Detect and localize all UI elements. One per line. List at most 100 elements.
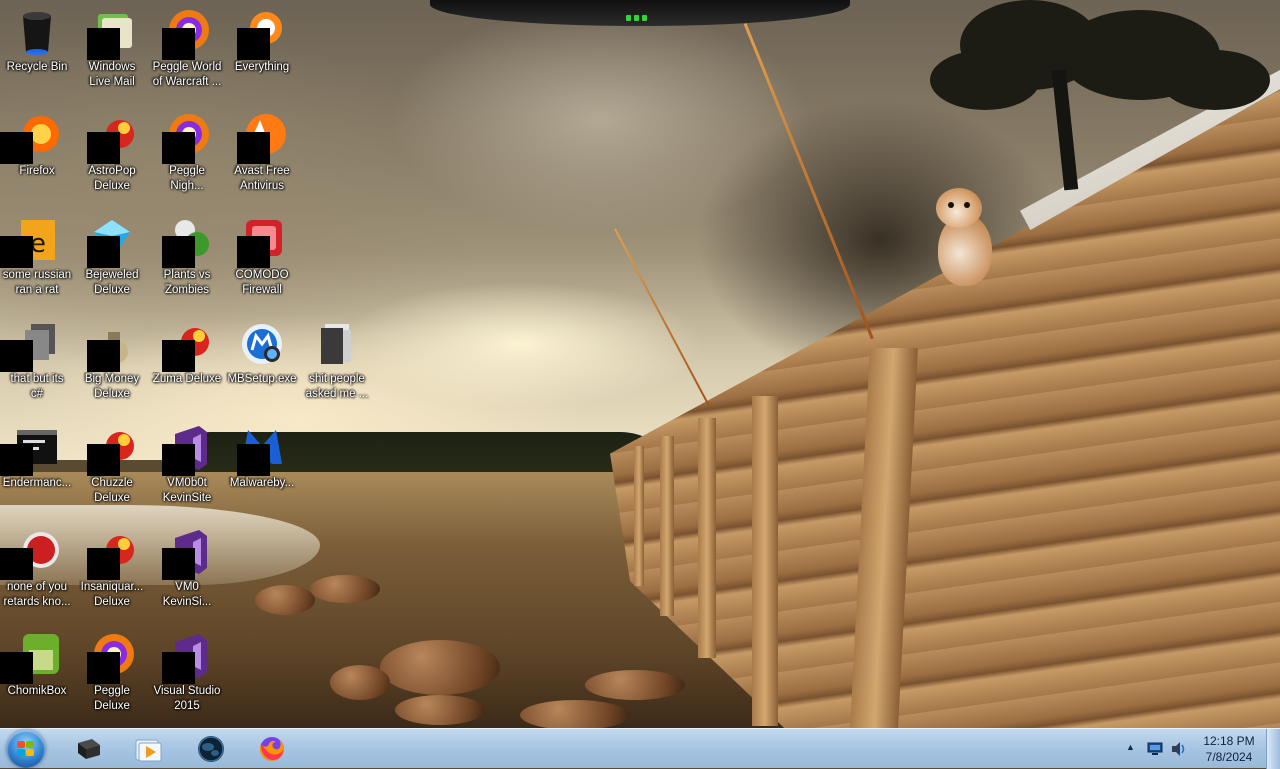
taskbar-firefox-button[interactable]: [244, 731, 300, 767]
desktop-icon[interactable]: COMODO Firewall: [225, 210, 299, 308]
desktop-icon[interactable]: Peggle Nigh...: [150, 106, 224, 204]
volume-icon[interactable]: [1170, 741, 1188, 757]
wallpaper-post: [698, 418, 716, 658]
redaction-box: [162, 444, 195, 476]
wallpaper-rock: [395, 695, 485, 725]
desktop-icon[interactable]: Peggle World of Warcraft ...: [150, 2, 224, 100]
desktop-icon-label: Visual Studio 2015: [153, 685, 221, 712]
desktop-icon[interactable]: Everything: [225, 2, 299, 100]
redaction-box: [162, 28, 195, 60]
desktop-icon[interactable]: Big Money Deluxe: [75, 314, 149, 412]
redaction-box: [0, 548, 33, 580]
taskbar-clock[interactable]: 12:18 PM 7/8/2024: [1196, 733, 1262, 765]
desktop-icon-label: some russian ran a rat: [2, 269, 72, 296]
desktop-icon[interactable]: Firefox: [0, 106, 74, 204]
desktop-icon-label: Zuma Deluxe: [152, 373, 222, 385]
desktop-icon[interactable]: Bejeweled Deluxe: [75, 210, 149, 308]
redaction-box: [162, 652, 195, 684]
desktop-icon[interactable]: Windows Live Mail: [75, 2, 149, 100]
taskbar-globe-button[interactable]: [183, 731, 239, 767]
desktop-icon[interactable]: VM0b0t KevinSite: [150, 418, 224, 516]
command-window-icon: [78, 739, 100, 759]
desktop-icon[interactable]: Plants vs Zombies: [150, 210, 224, 308]
wallpaper-rock: [520, 700, 630, 728]
desktop-icon-label: Everything: [234, 61, 290, 73]
desktop-icon[interactable]: none of you retards kno...: [0, 522, 74, 620]
firefox-icon: [259, 737, 284, 761]
recycle-bin-icon: [13, 8, 61, 56]
redaction-box: [87, 236, 120, 268]
media-player-icon: [135, 739, 162, 762]
hamster-image: [934, 188, 994, 286]
redaction-box: [87, 132, 120, 164]
desktop-icon-label: Plants vs Zombies: [163, 269, 211, 296]
desktop-icon-label: Bejeweled Deluxe: [85, 269, 139, 296]
desktop-icon-label: that but its c#: [10, 373, 64, 400]
desktop-icon[interactable]: MBSetup.exe: [225, 314, 299, 412]
desktop-icon[interactable]: Insaniquar... Deluxe: [75, 522, 149, 620]
start-button[interactable]: [7, 730, 45, 768]
desktop-icon[interactable]: Visual Studio 2015: [150, 626, 224, 724]
redaction-box: [0, 340, 33, 372]
wallpaper-tree: [1160, 50, 1270, 110]
desktop-icon[interactable]: Malwareby...: [225, 418, 299, 516]
desktop-icon-label: Avast Free Antivirus: [234, 165, 290, 192]
desktop-icon[interactable]: Chuzzle Deluxe: [75, 418, 149, 516]
desktop-icon-label: AstroPop Deluxe: [88, 165, 136, 192]
desktop-icon[interactable]: Endermanc...: [0, 418, 74, 516]
show-hidden-icons-button[interactable]: ▲: [1126, 742, 1135, 752]
taskbar: ▲ 12:18 PM 7/8/2024: [0, 728, 1280, 769]
desktop-icon[interactable]: Zuma Deluxe: [150, 314, 224, 412]
redaction-box: [87, 444, 120, 476]
redaction-box: [87, 28, 120, 60]
redaction-box: [237, 28, 270, 60]
desktop-icon-label: MBSetup.exe: [227, 373, 297, 385]
redaction-box: [162, 548, 195, 580]
desktop-icon[interactable]: that but its c#: [0, 314, 74, 412]
taskbar-media-player-button[interactable]: [120, 731, 176, 767]
redaction-box: [237, 132, 270, 164]
windows-start-icon: [17, 741, 35, 757]
desktop-icon-label: Peggle Deluxe: [94, 685, 130, 712]
wallpaper-rock: [330, 665, 390, 700]
desktop-icon[interactable]: Avast Free Antivirus: [225, 106, 299, 204]
gadget-indicator-icon: [626, 8, 654, 21]
desktop-icon[interactable]: Peggle Deluxe: [75, 626, 149, 724]
desktop-icon[interactable]: Recycle Bin: [0, 2, 74, 100]
redaction-box: [162, 236, 195, 268]
desktop-icon[interactable]: e some russian ran a rat: [0, 210, 74, 308]
desktop-icon-label: Firefox: [19, 165, 55, 177]
desktop-icon-label: Insaniquar... Deluxe: [80, 581, 144, 608]
clock-date: 7/8/2024: [1205, 750, 1253, 764]
desktop-icon-label: none of you retards kno...: [3, 581, 71, 608]
network-icon[interactable]: [1146, 742, 1164, 756]
redaction-box: [87, 652, 120, 684]
taskbar-command-window-button[interactable]: [60, 731, 116, 767]
desktop-icon-label: Windows Live Mail: [88, 61, 136, 88]
wallpaper-post: [752, 396, 778, 726]
desktop-icon[interactable]: AstroPop Deluxe: [75, 106, 149, 204]
desktop-icon[interactable]: shit people asked me ...: [300, 314, 374, 412]
desktop-icon[interactable]: VM0 KevinSi...: [150, 522, 224, 620]
redaction-box: [0, 652, 33, 684]
desktop-icon-label: shit people asked me ...: [305, 373, 369, 400]
show-desktop-button[interactable]: [1266, 729, 1280, 769]
folder-icon: [313, 320, 361, 368]
redaction-box: [87, 548, 120, 580]
desktop-icon-label: Chuzzle Deluxe: [91, 477, 133, 504]
wallpaper-rock: [310, 575, 380, 603]
redaction-box: [0, 444, 33, 476]
desktop-icon-label: Recycle Bin: [6, 61, 68, 73]
desktop-icon-label: Endermanc...: [2, 477, 72, 489]
desktop-icon-label: COMODO Firewall: [235, 269, 289, 296]
wallpaper-rock: [380, 640, 500, 695]
desktop-icon-label: Peggle Nigh...: [169, 165, 205, 192]
redaction-box: [237, 236, 270, 268]
malwarebytes-setup-icon: [238, 320, 286, 368]
redaction-box: [0, 236, 33, 268]
desktop-icon-label: ChomikBox: [7, 685, 67, 697]
clock-time: 12:18 PM: [1203, 734, 1255, 748]
globe-icon: [198, 736, 224, 762]
desktop-icon[interactable]: ChomikBox: [0, 626, 74, 724]
redaction-box: [87, 340, 120, 372]
